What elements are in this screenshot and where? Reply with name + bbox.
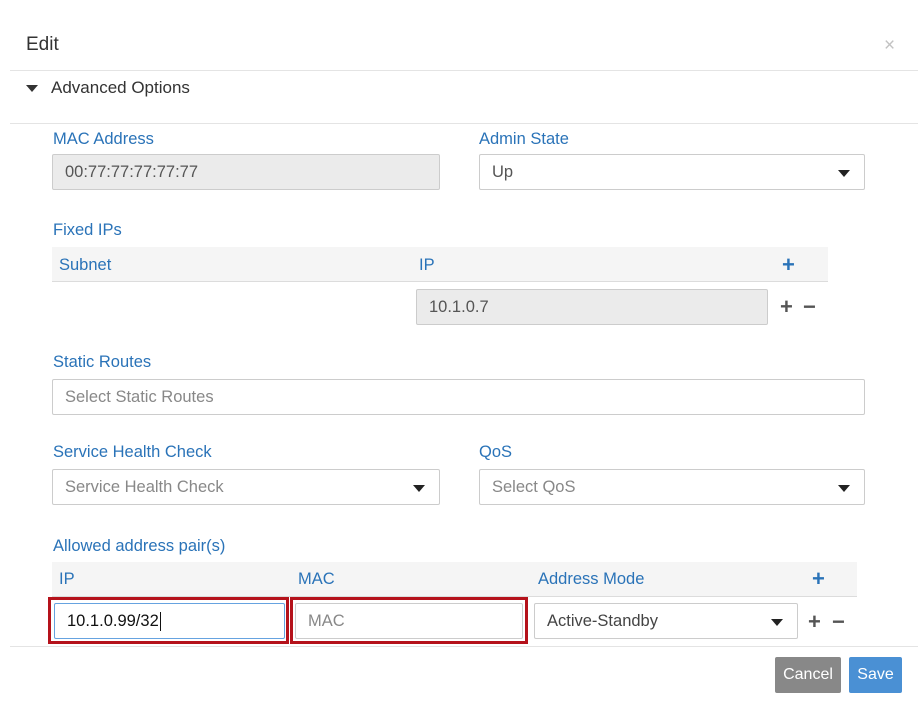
fixed-ips-header-rule <box>52 281 828 282</box>
ip-highlight-box <box>48 597 289 644</box>
chevron-down-icon <box>838 170 850 177</box>
mac-highlight-box <box>290 597 528 644</box>
fixed-ips-col-subnet: Subnet <box>59 256 112 274</box>
chevron-down-icon <box>838 485 850 492</box>
static-routes-label: Static Routes <box>53 353 152 371</box>
edit-port-dialog: Edit × Advanced Options MAC Address 00:7… <box>0 0 922 706</box>
add-row-icon[interactable]: + <box>780 296 793 318</box>
admin-state-select[interactable]: Up <box>479 154 865 190</box>
add-pair-row-icon[interactable]: + <box>808 611 821 633</box>
advanced-options-toggle[interactable]: Advanced Options <box>26 78 190 98</box>
caret-down-icon <box>26 84 38 92</box>
address-pairs-col-ip: IP <box>59 570 75 588</box>
address-mode-select[interactable]: Active-Standby <box>534 603 798 639</box>
admin-state-label: Admin State <box>479 130 569 148</box>
service-health-check-select[interactable]: Service Health Check <box>52 469 440 505</box>
add-address-pair-icon[interactable]: + <box>812 568 825 590</box>
address-mode-value: Active-Standby <box>547 611 658 630</box>
cancel-button[interactable]: Cancel <box>775 657 841 693</box>
qos-select[interactable]: Select QoS <box>479 469 865 505</box>
service-health-check-label: Service Health Check <box>53 443 212 461</box>
service-health-check-placeholder: Service Health Check <box>65 477 224 496</box>
mac-address-label: MAC Address <box>53 130 154 148</box>
allowed-address-pairs-label: Allowed address pair(s) <box>53 537 226 555</box>
static-routes-select[interactable]: Select Static Routes <box>52 379 865 415</box>
add-fixed-ip-icon[interactable]: + <box>782 254 795 276</box>
advanced-options-label: Advanced Options <box>51 78 190 97</box>
chevron-down-icon <box>413 485 425 492</box>
qos-placeholder: Select QoS <box>492 477 576 496</box>
fixed-ips-col-ip: IP <box>419 256 435 274</box>
section-divider <box>10 123 918 124</box>
footer-divider <box>10 646 918 647</box>
remove-pair-row-icon[interactable]: − <box>832 611 845 633</box>
qos-label: QoS <box>479 443 513 461</box>
header-divider <box>10 70 918 71</box>
mac-address-field: 00:77:77:77:77:77 <box>52 154 440 190</box>
fixed-ip-field: 10.1.0.7 <box>416 289 768 325</box>
address-pairs-col-mac: MAC <box>298 570 335 588</box>
fixed-ips-header-row <box>52 247 828 281</box>
fixed-ips-label: Fixed IPs <box>53 221 122 239</box>
address-pairs-header-row <box>52 562 857 596</box>
admin-state-value: Up <box>492 162 514 181</box>
remove-row-icon[interactable]: − <box>803 296 816 318</box>
address-pairs-col-mode: Address Mode <box>538 570 645 588</box>
dialog-title: Edit <box>26 34 59 55</box>
chevron-down-icon <box>771 619 783 626</box>
close-icon[interactable]: × <box>884 35 895 57</box>
save-button[interactable]: Save <box>849 657 902 693</box>
